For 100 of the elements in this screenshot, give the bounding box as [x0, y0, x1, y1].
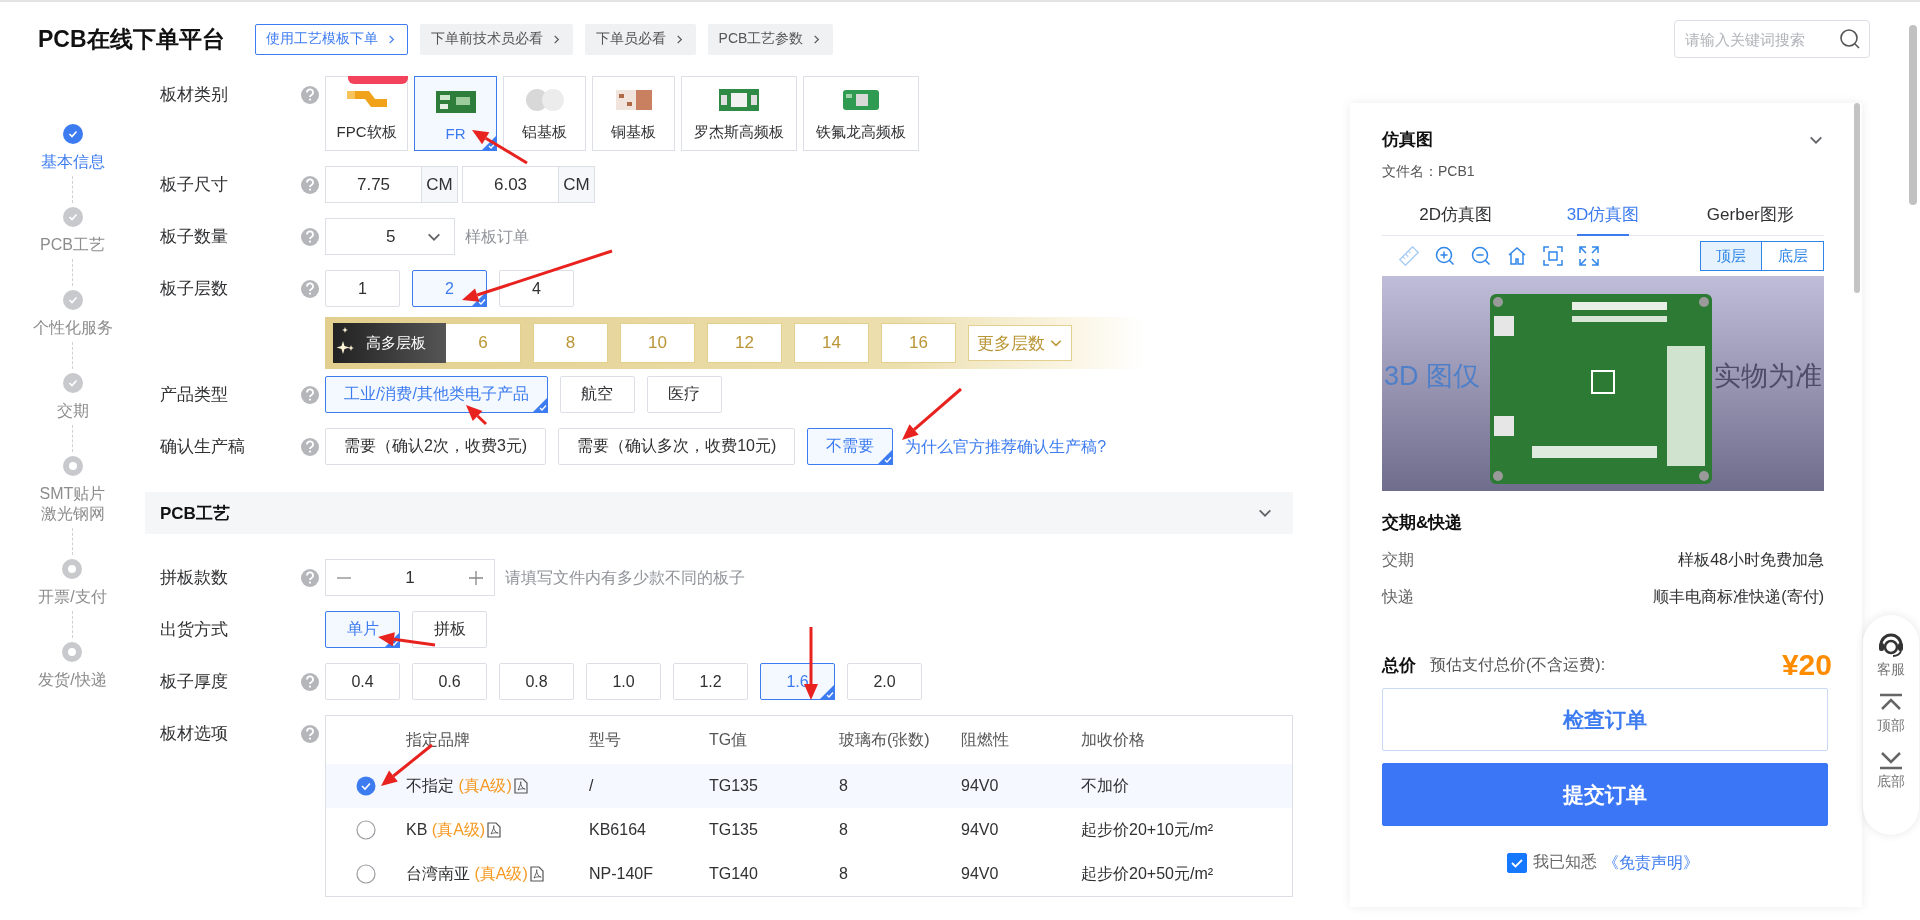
layer-option[interactable]: 8 [533, 323, 608, 363]
table-cell-text: KB (真A级) [406, 819, 486, 840]
radio-button[interactable] [356, 864, 376, 884]
option-button[interactable]: 工业/消费/其他类电子产品 [325, 376, 548, 413]
plus-icon[interactable] [468, 569, 484, 586]
table-cell-text: TG135 [709, 777, 759, 795]
layer-toggle[interactable]: 顶层 [1700, 241, 1762, 271]
help-icon[interactable] [300, 174, 320, 195]
step-label[interactable]: PCB工艺 [40, 235, 105, 255]
zoom-out-icon[interactable] [1470, 245, 1492, 267]
layer-option[interactable]: 16 [881, 323, 956, 363]
help-icon[interactable] [300, 723, 320, 744]
option-button[interactable]: 2.0 [847, 663, 922, 700]
table-cell-text: TG140 [709, 865, 759, 883]
disclaimer-link[interactable]: 《免责声明》 [1603, 844, 1699, 881]
pdf-icon[interactable] [487, 822, 502, 838]
side-tool-button[interactable]: 客服 [1876, 629, 1906, 679]
ruler-icon[interactable] [1398, 245, 1420, 267]
fullscreen-icon[interactable] [1578, 245, 1600, 267]
layer-toggle[interactable]: 底层 [1762, 241, 1824, 271]
size-field[interactable]: 7.75 [325, 166, 422, 203]
scrollbar[interactable] [1854, 103, 1860, 293]
option-button[interactable]: 1 [325, 270, 400, 307]
column-header: 阻燃性 [961, 729, 1010, 750]
total-note: 预估支付总价(不含运费): [1430, 654, 1606, 675]
guide-link[interactable]: 下单前技术员必看 [419, 23, 573, 55]
search-icon[interactable] [1839, 28, 1861, 50]
quantity-stepper[interactable]: 1 [325, 559, 495, 596]
material-card[interactable]: FPC软板 [325, 76, 408, 151]
layer-option[interactable]: 12 [707, 323, 782, 363]
help-icon[interactable] [300, 384, 320, 405]
view-tab[interactable]: 3D仿真图 [1529, 193, 1677, 235]
field-label: 产品类型 [159, 384, 229, 406]
material-card[interactable]: FR [414, 76, 497, 151]
info-label: 快递 [1382, 587, 1414, 607]
option-button[interactable]: 需要（确认2次，收费3元) [325, 428, 547, 465]
option-button[interactable]: 0.6 [412, 663, 487, 700]
option-button[interactable]: 航空 [559, 376, 635, 413]
layer-option[interactable]: 6 [446, 323, 521, 363]
material-card[interactable]: 铁氟龙高频板 [803, 76, 919, 151]
check-corner-icon [819, 684, 835, 700]
material-card[interactable]: 铜基板 [592, 76, 675, 151]
scrollbar[interactable] [1909, 25, 1917, 205]
option-button[interactable]: 2 [412, 270, 487, 307]
help-icon[interactable] [300, 671, 320, 692]
submit-order-button[interactable]: 提交订单 [1382, 763, 1828, 826]
table-cell-text: 94V0 [961, 821, 1000, 839]
help-link[interactable]: 为什么官方推荐确认生产稿? [905, 428, 1107, 465]
side-tool-button[interactable]: 底部 [1877, 749, 1905, 791]
material-card[interactable]: 罗杰斯高频板 [681, 76, 797, 151]
radio-button[interactable] [356, 776, 376, 796]
step-label[interactable]: SMT贴片激光钢网 [36, 484, 109, 524]
radio-button[interactable] [356, 820, 376, 840]
guide-link[interactable]: 使用工艺模板下单 [254, 23, 408, 55]
option-button[interactable]: 4 [499, 270, 574, 307]
agree-checkbox[interactable] [1507, 852, 1527, 873]
option-button[interactable]: 不需要 [807, 428, 894, 465]
zoom-in-icon[interactable] [1434, 245, 1456, 267]
check-order-button[interactable]: 检查订单 [1382, 688, 1828, 751]
quantity-select[interactable]: 5 [325, 218, 455, 255]
option-button[interactable]: 需要（确认多次，收费10元) [558, 428, 796, 465]
table-cell-text: 台湾南亚 (真A级) [406, 863, 528, 884]
field-label: 出货方式 [159, 619, 229, 641]
material-card[interactable]: 铝基板 [503, 76, 586, 151]
help-icon[interactable] [300, 226, 320, 247]
step-label[interactable]: 个性化服务 [32, 318, 113, 338]
option-button[interactable]: 1.2 [673, 663, 748, 700]
more-layers-button[interactable]: 更多层数 [968, 325, 1072, 361]
help-icon[interactable] [300, 567, 320, 588]
section-header[interactable]: PCB工艺 [145, 492, 1293, 534]
option-button[interactable]: 0.8 [499, 663, 574, 700]
option-button[interactable]: 拼板 [412, 611, 487, 648]
pdf-icon[interactable] [513, 778, 528, 794]
option-button[interactable]: 单片 [325, 611, 400, 648]
step-label[interactable]: 发货/快递 [38, 670, 107, 690]
side-tool-button[interactable]: 顶部 [1877, 693, 1905, 735]
unit-label: CM [559, 166, 595, 203]
guide-link[interactable]: PCB工艺参数 [707, 23, 834, 55]
view-tab[interactable]: 2D仿真图 [1382, 193, 1530, 235]
guide-link[interactable]: 下单员必看 [584, 23, 696, 55]
option-button[interactable]: 0.4 [325, 663, 400, 700]
step-label[interactable]: 交期 [56, 401, 89, 421]
panel-title: 仿真图 [1382, 129, 1433, 151]
option-button[interactable]: 医疗 [646, 376, 722, 413]
layer-option[interactable]: 10 [620, 323, 695, 363]
info-label: 交期 [1382, 550, 1414, 570]
view-tab[interactable]: Gerber图形 [1676, 193, 1824, 235]
layer-option[interactable]: 14 [794, 323, 869, 363]
home-icon[interactable] [1506, 245, 1528, 267]
table-cell-text: 起步价20+50元/m² [1081, 863, 1215, 884]
option-button[interactable]: 1.0 [586, 663, 661, 700]
pdf-icon[interactable] [529, 866, 544, 882]
help-icon[interactable] [300, 436, 320, 457]
search-field[interactable]: 请输入关键词搜索 [1674, 20, 1870, 58]
size-field[interactable]: 6.03 [462, 166, 559, 203]
help-icon[interactable] [300, 84, 320, 105]
fit-frame-icon[interactable] [1542, 245, 1564, 267]
step-label[interactable]: 基本信息 [40, 152, 105, 172]
help-icon[interactable] [300, 278, 320, 299]
step-label[interactable]: 开票/支付 [38, 587, 107, 607]
